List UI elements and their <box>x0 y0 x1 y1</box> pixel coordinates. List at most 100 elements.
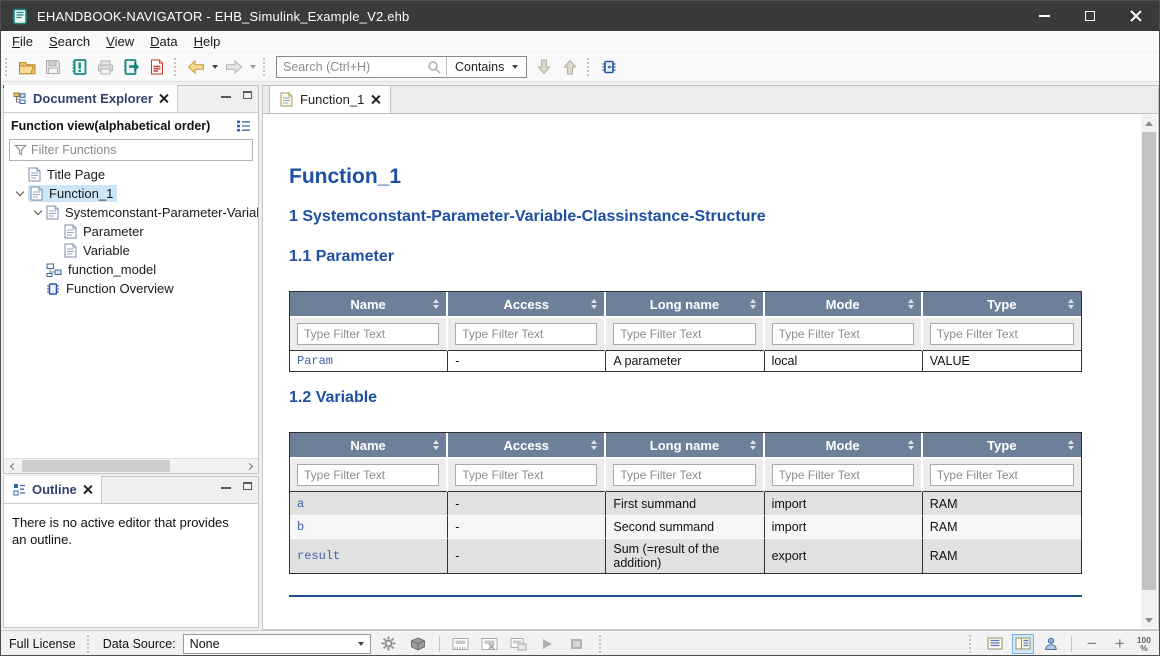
tab-document-explorer[interactable]: Document Explorer <box>4 85 178 112</box>
tree-item-function-overview[interactable]: Function Overview <box>4 279 258 298</box>
column-filter-input[interactable] <box>930 464 1074 486</box>
sort-icon[interactable] <box>1068 299 1074 309</box>
menu-search[interactable]: Search <box>41 32 98 51</box>
column-filter-input[interactable] <box>772 323 914 345</box>
navigate-forward-button[interactable] <box>222 55 246 79</box>
column-filter-input[interactable] <box>613 323 755 345</box>
search-next-button[interactable] <box>532 55 556 79</box>
open-ehb-button[interactable] <box>67 55 91 79</box>
sort-icon[interactable] <box>591 440 597 450</box>
tree-item-title-page[interactable]: Title Page <box>4 165 258 184</box>
column-filter-input[interactable] <box>297 323 439 345</box>
column-filter-input[interactable] <box>297 464 439 486</box>
variable-link[interactable]: b <box>290 515 448 538</box>
single-page-view-button[interactable] <box>984 634 1006 654</box>
menu-help[interactable]: Help <box>186 32 229 51</box>
save-button[interactable] <box>41 55 65 79</box>
maximize-button[interactable] <box>1067 1 1113 31</box>
close-tab-icon[interactable] <box>83 485 92 494</box>
column-header[interactable]: Type <box>923 433 1081 457</box>
variable-link[interactable]: result <box>290 538 448 573</box>
zoom-in-button[interactable]: + <box>1109 634 1131 654</box>
sort-icon[interactable] <box>750 440 756 450</box>
tab-function-1[interactable]: Function_1 <box>269 85 391 113</box>
maximize-panel-icon[interactable] <box>243 91 252 99</box>
function-overview-button[interactable] <box>597 55 621 79</box>
menu-file[interactable]: File <box>4 32 41 51</box>
zoom-out-button[interactable]: − <box>1081 634 1103 654</box>
sort-icon[interactable] <box>433 440 439 450</box>
column-header[interactable]: Mode <box>765 292 923 316</box>
data-container-button[interactable] <box>407 634 429 654</box>
search-input[interactable] <box>277 60 427 74</box>
sort-icon[interactable] <box>433 299 439 309</box>
print-button[interactable] <box>93 55 117 79</box>
column-filter-input[interactable] <box>613 464 755 486</box>
column-header[interactable]: Name <box>290 292 448 316</box>
measurement-config-button[interactable] <box>450 634 472 654</box>
tree-item-function-model[interactable]: function_model <box>4 260 258 279</box>
measurement-remove-button[interactable] <box>479 634 501 654</box>
filter-functions-input[interactable] <box>27 143 252 157</box>
stop-visualization-button[interactable] <box>566 634 588 654</box>
minimize-button[interactable] <box>1021 1 1067 31</box>
column-filter-input[interactable] <box>455 323 597 345</box>
column-header[interactable]: Long name <box>606 292 764 316</box>
export-pdf-button[interactable] <box>145 55 169 79</box>
minimize-panel-icon[interactable] <box>221 96 231 98</box>
data-source-dropdown[interactable]: None <box>183 634 371 654</box>
sort-icon[interactable] <box>908 440 914 450</box>
scroll-up-button[interactable] <box>1141 115 1157 131</box>
column-filter-input[interactable] <box>455 464 597 486</box>
tab-outline[interactable]: Outline <box>4 476 102 503</box>
variable-link[interactable]: a <box>290 492 448 515</box>
column-header[interactable]: Mode <box>765 433 923 457</box>
zoom-level[interactable]: 100 % <box>1137 636 1151 652</box>
start-visualization-button[interactable] <box>537 634 559 654</box>
sort-icon[interactable] <box>750 299 756 309</box>
scrollbar-thumb[interactable] <box>22 460 170 472</box>
reader-view-button[interactable] <box>1040 634 1062 654</box>
measurement-window-button[interactable] <box>508 634 530 654</box>
search-previous-button[interactable] <box>558 55 582 79</box>
open-handbook-button[interactable] <box>15 55 39 79</box>
column-filter-input[interactable] <box>930 323 1074 345</box>
export-handbook-button[interactable] <box>119 55 143 79</box>
scroll-right-button[interactable] <box>243 459 258 474</box>
chevron-expanded-icon[interactable] <box>16 188 24 196</box>
split-view-button[interactable] <box>1012 634 1034 654</box>
back-history-caret[interactable] <box>212 65 218 69</box>
scrollbar-thumb[interactable] <box>1142 132 1156 590</box>
minimize-panel-icon[interactable] <box>221 487 231 489</box>
scrollbar-track[interactable] <box>19 459 243 474</box>
explorer-horizontal-scrollbar[interactable] <box>4 458 258 473</box>
chevron-expanded-icon[interactable] <box>34 207 42 215</box>
scroll-left-button[interactable] <box>4 459 19 474</box>
close-tab-icon[interactable] <box>159 94 168 103</box>
close-tab-icon[interactable] <box>371 95 380 104</box>
column-header[interactable]: Long name <box>606 433 764 457</box>
view-menu-icon[interactable] <box>236 120 251 132</box>
sort-icon[interactable] <box>1068 440 1074 450</box>
maximize-panel-icon[interactable] <box>243 482 252 490</box>
match-mode-dropdown[interactable]: Contains <box>447 60 526 74</box>
forward-history-caret[interactable] <box>250 65 256 69</box>
tree-item-variable[interactable]: Variable <box>4 241 258 260</box>
tree-item-systemconstant[interactable]: Systemconstant-Parameter-Variable-Classi… <box>4 203 258 222</box>
menu-data[interactable]: Data <box>142 32 185 51</box>
column-header[interactable]: Access <box>448 433 606 457</box>
menu-view[interactable]: View <box>98 32 142 51</box>
column-header[interactable]: Type <box>923 292 1081 316</box>
tree-item-parameter[interactable]: Parameter <box>4 222 258 241</box>
scroll-down-button[interactable] <box>1141 612 1157 628</box>
navigate-back-button[interactable] <box>184 55 208 79</box>
data-source-settings-button[interactable] <box>378 634 400 654</box>
sort-icon[interactable] <box>591 299 597 309</box>
tree-item-function-1[interactable]: Function_1 <box>4 184 258 203</box>
editor-vertical-scrollbar[interactable] <box>1141 115 1157 628</box>
close-button[interactable] <box>1113 1 1159 31</box>
column-header[interactable]: Access <box>448 292 606 316</box>
column-filter-input[interactable] <box>772 464 914 486</box>
column-header[interactable]: Name <box>290 433 448 457</box>
sort-icon[interactable] <box>908 299 914 309</box>
